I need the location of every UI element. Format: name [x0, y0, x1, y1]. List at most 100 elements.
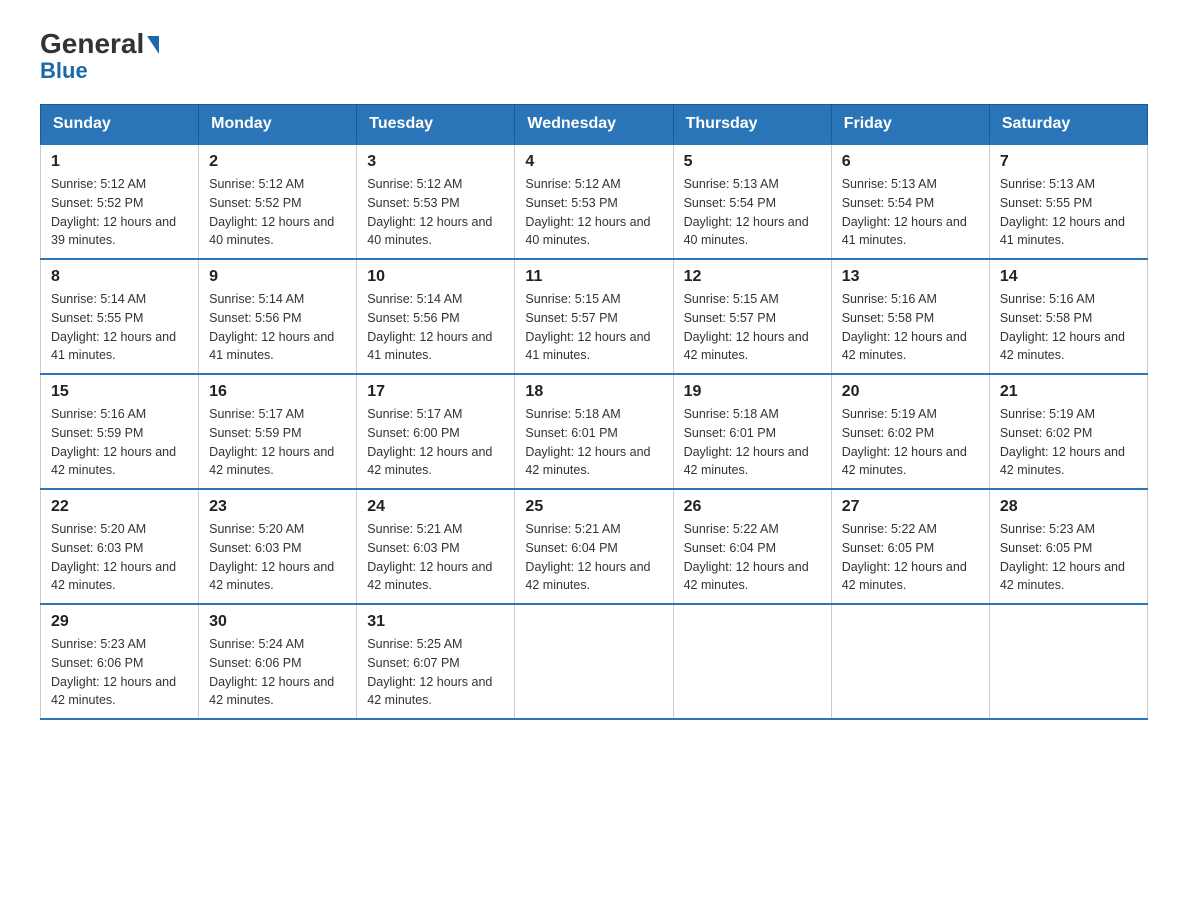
- calendar-header-wednesday: Wednesday: [515, 105, 673, 145]
- day-number: 5: [684, 153, 821, 171]
- day-number: 2: [209, 153, 346, 171]
- page-header: General Blue: [40, 30, 1148, 84]
- calendar-week-row: 29 Sunrise: 5:23 AMSunset: 6:06 PMDaylig…: [41, 604, 1148, 719]
- day-info: Sunrise: 5:13 AMSunset: 5:54 PMDaylight:…: [842, 175, 979, 250]
- day-number: 17: [367, 383, 504, 401]
- calendar-cell: 25 Sunrise: 5:21 AMSunset: 6:04 PMDaylig…: [515, 489, 673, 604]
- day-info: Sunrise: 5:12 AMSunset: 5:53 PMDaylight:…: [367, 175, 504, 250]
- calendar-week-row: 15 Sunrise: 5:16 AMSunset: 5:59 PMDaylig…: [41, 374, 1148, 489]
- day-number: 8: [51, 268, 188, 286]
- calendar-cell: 26 Sunrise: 5:22 AMSunset: 6:04 PMDaylig…: [673, 489, 831, 604]
- day-info: Sunrise: 5:12 AMSunset: 5:52 PMDaylight:…: [51, 175, 188, 250]
- day-info: Sunrise: 5:22 AMSunset: 6:04 PMDaylight:…: [684, 520, 821, 595]
- day-number: 3: [367, 153, 504, 171]
- day-info: Sunrise: 5:14 AMSunset: 5:56 PMDaylight:…: [209, 290, 346, 365]
- day-number: 11: [525, 268, 662, 286]
- day-number: 21: [1000, 383, 1137, 401]
- day-info: Sunrise: 5:21 AMSunset: 6:04 PMDaylight:…: [525, 520, 662, 595]
- logo-general: General: [40, 30, 144, 58]
- day-number: 19: [684, 383, 821, 401]
- calendar-cell: [515, 604, 673, 719]
- calendar-cell: 2 Sunrise: 5:12 AMSunset: 5:52 PMDayligh…: [199, 144, 357, 259]
- day-number: 27: [842, 498, 979, 516]
- calendar-header-sunday: Sunday: [41, 105, 199, 145]
- day-number: 29: [51, 613, 188, 631]
- calendar-cell: 9 Sunrise: 5:14 AMSunset: 5:56 PMDayligh…: [199, 259, 357, 374]
- day-info: Sunrise: 5:12 AMSunset: 5:53 PMDaylight:…: [525, 175, 662, 250]
- calendar-header-friday: Friday: [831, 105, 989, 145]
- calendar-cell: [831, 604, 989, 719]
- calendar-cell: 15 Sunrise: 5:16 AMSunset: 5:59 PMDaylig…: [41, 374, 199, 489]
- calendar-cell: 13 Sunrise: 5:16 AMSunset: 5:58 PMDaylig…: [831, 259, 989, 374]
- calendar-cell: 24 Sunrise: 5:21 AMSunset: 6:03 PMDaylig…: [357, 489, 515, 604]
- day-number: 7: [1000, 153, 1137, 171]
- day-number: 6: [842, 153, 979, 171]
- day-info: Sunrise: 5:18 AMSunset: 6:01 PMDaylight:…: [684, 405, 821, 480]
- day-number: 20: [842, 383, 979, 401]
- calendar-cell: 20 Sunrise: 5:19 AMSunset: 6:02 PMDaylig…: [831, 374, 989, 489]
- day-number: 26: [684, 498, 821, 516]
- day-info: Sunrise: 5:14 AMSunset: 5:55 PMDaylight:…: [51, 290, 188, 365]
- day-number: 13: [842, 268, 979, 286]
- day-info: Sunrise: 5:22 AMSunset: 6:05 PMDaylight:…: [842, 520, 979, 595]
- day-info: Sunrise: 5:17 AMSunset: 5:59 PMDaylight:…: [209, 405, 346, 480]
- day-info: Sunrise: 5:21 AMSunset: 6:03 PMDaylight:…: [367, 520, 504, 595]
- day-info: Sunrise: 5:16 AMSunset: 5:58 PMDaylight:…: [1000, 290, 1137, 365]
- day-info: Sunrise: 5:18 AMSunset: 6:01 PMDaylight:…: [525, 405, 662, 480]
- calendar-cell: [673, 604, 831, 719]
- day-info: Sunrise: 5:19 AMSunset: 6:02 PMDaylight:…: [842, 405, 979, 480]
- day-info: Sunrise: 5:20 AMSunset: 6:03 PMDaylight:…: [51, 520, 188, 595]
- day-number: 14: [1000, 268, 1137, 286]
- calendar-cell: 30 Sunrise: 5:24 AMSunset: 6:06 PMDaylig…: [199, 604, 357, 719]
- day-info: Sunrise: 5:13 AMSunset: 5:55 PMDaylight:…: [1000, 175, 1137, 250]
- day-number: 24: [367, 498, 504, 516]
- logo-triangle-icon: [147, 36, 159, 54]
- calendar-cell: 5 Sunrise: 5:13 AMSunset: 5:54 PMDayligh…: [673, 144, 831, 259]
- day-info: Sunrise: 5:14 AMSunset: 5:56 PMDaylight:…: [367, 290, 504, 365]
- day-number: 10: [367, 268, 504, 286]
- calendar-cell: 6 Sunrise: 5:13 AMSunset: 5:54 PMDayligh…: [831, 144, 989, 259]
- calendar-cell: 22 Sunrise: 5:20 AMSunset: 6:03 PMDaylig…: [41, 489, 199, 604]
- calendar-cell: 14 Sunrise: 5:16 AMSunset: 5:58 PMDaylig…: [989, 259, 1147, 374]
- calendar-cell: 31 Sunrise: 5:25 AMSunset: 6:07 PMDaylig…: [357, 604, 515, 719]
- day-number: 4: [525, 153, 662, 171]
- day-number: 9: [209, 268, 346, 286]
- calendar-cell: 8 Sunrise: 5:14 AMSunset: 5:55 PMDayligh…: [41, 259, 199, 374]
- calendar-cell: 21 Sunrise: 5:19 AMSunset: 6:02 PMDaylig…: [989, 374, 1147, 489]
- calendar-cell: 28 Sunrise: 5:23 AMSunset: 6:05 PMDaylig…: [989, 489, 1147, 604]
- calendar-cell: 17 Sunrise: 5:17 AMSunset: 6:00 PMDaylig…: [357, 374, 515, 489]
- calendar-table: SundayMondayTuesdayWednesdayThursdayFrid…: [40, 104, 1148, 720]
- day-info: Sunrise: 5:15 AMSunset: 5:57 PMDaylight:…: [684, 290, 821, 365]
- day-info: Sunrise: 5:24 AMSunset: 6:06 PMDaylight:…: [209, 635, 346, 710]
- calendar-week-row: 22 Sunrise: 5:20 AMSunset: 6:03 PMDaylig…: [41, 489, 1148, 604]
- day-number: 28: [1000, 498, 1137, 516]
- calendar-header-thursday: Thursday: [673, 105, 831, 145]
- day-number: 25: [525, 498, 662, 516]
- calendar-cell: 12 Sunrise: 5:15 AMSunset: 5:57 PMDaylig…: [673, 259, 831, 374]
- calendar-cell: 27 Sunrise: 5:22 AMSunset: 6:05 PMDaylig…: [831, 489, 989, 604]
- calendar-header-saturday: Saturday: [989, 105, 1147, 145]
- day-number: 31: [367, 613, 504, 631]
- calendar-cell: 7 Sunrise: 5:13 AMSunset: 5:55 PMDayligh…: [989, 144, 1147, 259]
- day-number: 1: [51, 153, 188, 171]
- calendar-cell: 3 Sunrise: 5:12 AMSunset: 5:53 PMDayligh…: [357, 144, 515, 259]
- day-number: 18: [525, 383, 662, 401]
- day-number: 15: [51, 383, 188, 401]
- day-info: Sunrise: 5:20 AMSunset: 6:03 PMDaylight:…: [209, 520, 346, 595]
- day-number: 16: [209, 383, 346, 401]
- day-info: Sunrise: 5:17 AMSunset: 6:00 PMDaylight:…: [367, 405, 504, 480]
- day-number: 12: [684, 268, 821, 286]
- logo-blue: Blue: [40, 58, 88, 84]
- calendar-week-row: 1 Sunrise: 5:12 AMSunset: 5:52 PMDayligh…: [41, 144, 1148, 259]
- day-number: 30: [209, 613, 346, 631]
- day-number: 22: [51, 498, 188, 516]
- day-info: Sunrise: 5:13 AMSunset: 5:54 PMDaylight:…: [684, 175, 821, 250]
- day-info: Sunrise: 5:23 AMSunset: 6:05 PMDaylight:…: [1000, 520, 1137, 595]
- calendar-cell: 18 Sunrise: 5:18 AMSunset: 6:01 PMDaylig…: [515, 374, 673, 489]
- calendar-header-tuesday: Tuesday: [357, 105, 515, 145]
- calendar-cell: 10 Sunrise: 5:14 AMSunset: 5:56 PMDaylig…: [357, 259, 515, 374]
- logo: General Blue: [40, 30, 159, 84]
- calendar-cell: 16 Sunrise: 5:17 AMSunset: 5:59 PMDaylig…: [199, 374, 357, 489]
- calendar-cell: [989, 604, 1147, 719]
- calendar-cell: 29 Sunrise: 5:23 AMSunset: 6:06 PMDaylig…: [41, 604, 199, 719]
